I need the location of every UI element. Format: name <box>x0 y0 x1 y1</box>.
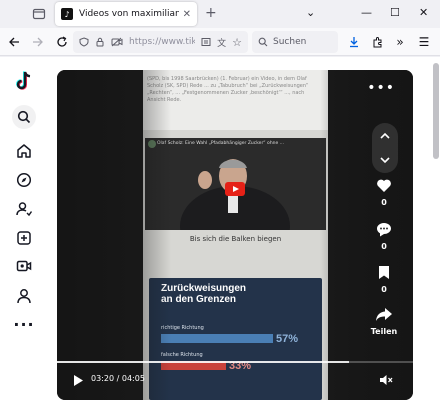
tiktok-sidebar: ··· <box>0 57 48 408</box>
comment-icon <box>377 223 391 237</box>
channel-avatar <box>148 140 156 148</box>
url-bar[interactable]: https://www.tiktok.com/@maximilianbaehri… <box>73 31 248 53</box>
search-placeholder: Suchen <box>273 37 307 47</box>
live-icon[interactable] <box>12 254 36 278</box>
upload-icon[interactable] <box>12 226 36 250</box>
volume-muted-icon <box>380 375 393 385</box>
reload-icon <box>57 36 67 47</box>
current-time: 03:20 <box>91 374 115 383</box>
tab-bar: ♪ Videos von maximilianbaehring ✕ + ⌄ — … <box>0 0 440 28</box>
reload-button[interactable] <box>54 34 70 50</box>
search-icon[interactable] <box>12 105 36 129</box>
reader-view-icon[interactable] <box>201 37 211 47</box>
bar-richtige-richtung <box>161 334 273 343</box>
bookmark-icon <box>379 266 389 279</box>
play-icon <box>74 374 83 386</box>
tiktok-logo-icon[interactable] <box>12 69 36 93</box>
bookmark-star-icon[interactable]: ☆ <box>232 36 242 49</box>
heart-icon <box>377 179 391 192</box>
progress-fill <box>57 361 349 363</box>
share-button[interactable]: Teilen <box>364 307 404 336</box>
hamburger-menu-icon: ☰ <box>418 35 430 49</box>
forward-button[interactable] <box>30 34 46 50</box>
app-menu-button[interactable]: ☰ <box>416 34 432 50</box>
video-player[interactable]: (SPD, bis 1998 Saarbrücken) (1. Februar)… <box>57 70 413 400</box>
shield-icon[interactable] <box>79 37 89 47</box>
more-icon[interactable]: ··· <box>12 312 36 336</box>
embed-title: Olaf Scholz: Eine Wahl „Pfadabhängiger Z… <box>157 141 285 146</box>
comment-count: 0 <box>381 242 387 251</box>
lock-icon[interactable] <box>95 37 105 47</box>
article-caption: Bis sich die Balken biegen <box>189 235 282 243</box>
previous-video-chevron-up-icon[interactable] <box>379 130 391 142</box>
infographic-title-line1: Zurückweisungen <box>161 283 247 294</box>
puzzle-icon <box>373 37 382 48</box>
close-tab-icon[interactable]: ✕ <box>183 9 191 20</box>
double-chevron-icon: » <box>396 35 404 49</box>
tab-title: Videos von maximilianbaehring <box>79 9 179 19</box>
tab-list-icon <box>32 8 46 20</box>
save-count: 0 <box>381 285 387 294</box>
home-icon[interactable] <box>12 139 36 163</box>
overflow-menu-button[interactable]: » <box>392 34 408 50</box>
duration: 04:05 <box>121 374 145 383</box>
downloads-button[interactable] <box>346 34 362 50</box>
explore-compass-icon[interactable] <box>12 168 36 192</box>
time-display: 03:20 / 04:05 <box>91 374 145 383</box>
more-options-icon[interactable]: ••• <box>367 80 395 96</box>
maximize-button[interactable]: ☐ <box>390 6 400 19</box>
profile-icon[interactable] <box>12 284 36 308</box>
scrollbar-thumb[interactable] <box>433 63 439 159</box>
page-content: ··· (SPD, bis 1998 Saarbrücken) (1. Febr… <box>0 57 440 408</box>
youtube-play-icon <box>225 182 245 196</box>
back-arrow-icon <box>9 37 19 47</box>
close-window-button[interactable]: ✕ <box>419 6 428 19</box>
url-text: https://www.tiktok.com/@maximilianbaehri… <box>129 37 196 47</box>
article-snippet: (SPD, bis 1998 Saarbrücken) (1. Februar)… <box>143 70 328 130</box>
share-arrow-icon <box>376 308 392 321</box>
like-count: 0 <box>381 198 387 207</box>
video-frame: (SPD, bis 1998 Saarbrücken) (1. Februar)… <box>143 70 328 400</box>
embedded-video-thumbnail: Olaf Scholz: Eine Wahl „Pfadabhängiger Z… <box>145 138 326 230</box>
like-button[interactable]: 0 <box>364 178 404 207</box>
tab-overflow-chevron-icon[interactable]: ⌄ <box>306 6 315 19</box>
minimize-button[interactable]: — <box>361 6 372 19</box>
back-button[interactable] <box>6 34 22 50</box>
save-button[interactable]: 0 <box>364 265 404 294</box>
extensions-button[interactable] <box>370 34 386 50</box>
browser-tab[interactable]: ♪ Videos von maximilianbaehring ✕ <box>55 2 197 26</box>
next-video-chevron-down-icon[interactable] <box>379 154 391 166</box>
progress-bar[interactable] <box>57 361 413 363</box>
comment-button[interactable]: 0 <box>364 222 404 251</box>
download-icon <box>350 37 358 48</box>
share-label: Teilen <box>370 327 398 336</box>
page-scrollbar[interactable] <box>432 57 440 408</box>
poll-infographic: Zurückweisungen an den Grenzen richtige … <box>149 278 322 400</box>
video-navigation <box>372 123 398 173</box>
tiktok-favicon-icon: ♪ <box>61 8 73 20</box>
new-tab-button[interactable]: + <box>205 5 217 21</box>
play-button[interactable] <box>71 373 85 387</box>
mute-button[interactable] <box>379 373 393 387</box>
infographic-title-line2: an den Grenzen <box>161 294 237 305</box>
value-label-1: 57% <box>276 333 299 345</box>
tab-list-button[interactable] <box>30 5 48 23</box>
search-bar[interactable]: Suchen <box>252 31 338 53</box>
navigation-bar: https://www.tiktok.com/@maximilianbaehri… <box>0 28 440 56</box>
forward-arrow-icon <box>33 37 43 47</box>
camera-blocked-icon[interactable] <box>111 37 123 47</box>
row-label-1: richtige Richtung <box>161 325 204 331</box>
following-icon[interactable] <box>12 197 36 221</box>
translate-icon[interactable]: 文 <box>217 36 226 49</box>
search-icon <box>258 37 268 47</box>
row-label-2: falsche Richtung <box>161 352 203 358</box>
